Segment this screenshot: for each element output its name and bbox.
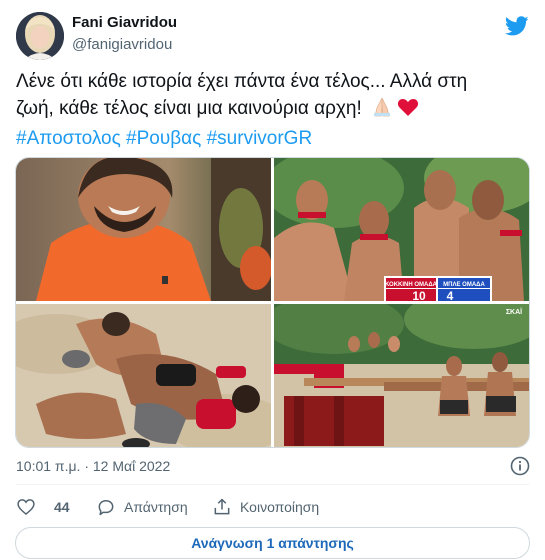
share-label: Κοινοποίηση: [240, 499, 320, 515]
red-heart-icon: [397, 97, 419, 125]
heart-icon: [17, 499, 35, 516]
hashtag-rouvas[interactable]: #Ρουβας: [126, 128, 201, 149]
folded-hands-icon: [371, 97, 393, 125]
reply-bubble-icon: [98, 500, 114, 516]
obstacle-course-finish-photo[interactable]: ΣΚΑΪ: [274, 304, 529, 447]
scoreboard-score-left: 10: [412, 289, 426, 301]
reply-button[interactable]: Απάντηση: [96, 496, 188, 518]
share-button[interactable]: Κοινοποίηση: [212, 496, 319, 518]
tweet-text-line-2-text: ζωή, κάθε τέλος είναι μια καινούρια αρχη…: [16, 98, 362, 119]
like-button[interactable]: 44: [16, 496, 70, 518]
author-display-name[interactable]: Fani Giavridou: [72, 14, 177, 31]
channel-logo: ΣΚΑΪ: [506, 308, 523, 316]
read-replies-button[interactable]: Ανάγνωση 1 απάντησης: [15, 527, 530, 559]
tweet-timestamp[interactable]: 10:01 π.μ. · 12 Μαΐ 2022: [16, 458, 170, 474]
tweet-text: Λένε ότι κάθε ιστορία έχει πάντα ένα τέλ…: [16, 68, 528, 152]
scoreboard-score-right: 4: [447, 289, 454, 301]
scoreboard-team-left: ΚΟΚΚΙΝΗ ΟΜΑΔΑ: [385, 282, 438, 288]
hashtag-apostolos[interactable]: #Αποστολος: [16, 128, 121, 149]
like-count: 44: [54, 499, 70, 515]
divider: [16, 484, 529, 485]
share-upload-icon: [214, 498, 230, 515]
profile-photo: [16, 12, 64, 60]
hashtags-line: #Αποστολος #Ρουβας #survivorGR: [16, 125, 528, 152]
tweet-text-line-2: ζωή, κάθε τέλος είναι μια καινούρια αρχη…: [16, 95, 528, 125]
info-icon[interactable]: [510, 456, 530, 476]
hashtag-survivorgr[interactable]: #survivorGR: [207, 128, 313, 149]
tweet-text-line-1: Λένε ότι κάθε ιστορία έχει πάντα ένα τέλ…: [16, 71, 468, 92]
tweet-card: Fani Giavridou @fanigiavridou Λένε ότι κ…: [0, 0, 545, 560]
celebrating-men-scoreboard-photo[interactable]: ΚΟΚΚΙΝΗ ΟΜΑΔΑ ΜΠΛΕ ΟΜΑΔΑ 10 4: [274, 158, 529, 301]
group-hug-on-sand-photo[interactable]: [16, 304, 271, 447]
twitter-bird-icon[interactable]: [504, 14, 529, 38]
smiling-man-orange-shirt-photo[interactable]: [16, 158, 271, 301]
reply-label: Απάντηση: [124, 499, 188, 515]
media-grid: ΚΟΚΚΙΝΗ ΟΜΑΔΑ ΜΠΛΕ ΟΜΑΔΑ 10 4 ΣΚΑΪ: [15, 157, 530, 448]
scoreboard-team-right: ΜΠΛΕ ΟΜΑΔΑ: [443, 282, 485, 288]
avatar[interactable]: [16, 12, 64, 60]
author-handle[interactable]: @fanigiavridou: [72, 36, 172, 53]
